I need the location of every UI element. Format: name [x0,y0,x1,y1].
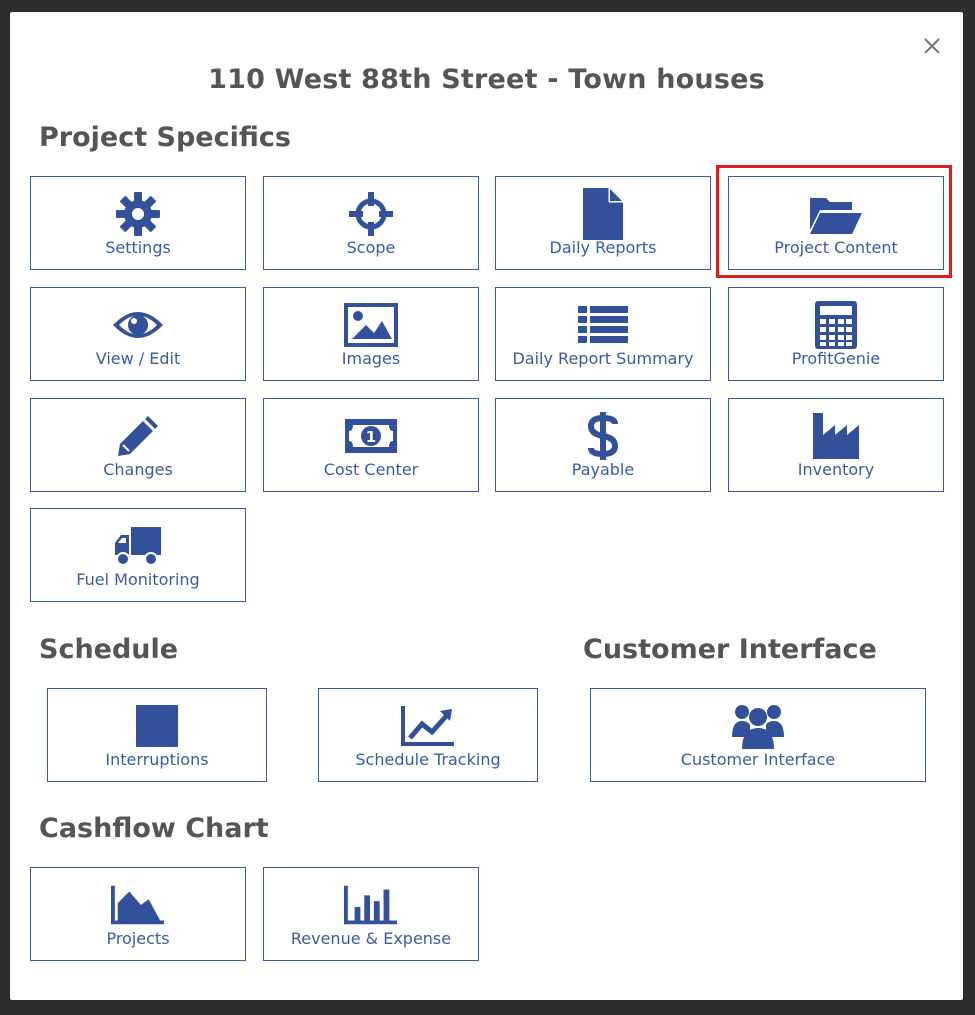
view-edit-tile[interactable]: View / Edit [30,287,246,381]
profitgenie-tile[interactable]: ProfitGenie [728,287,944,381]
square-icon [129,701,185,751]
tile-label: Daily Reports [549,238,657,257]
fuel-monitoring-tile[interactable]: Fuel Monitoring [30,508,246,602]
factory-icon [808,411,864,461]
calculator-icon [808,300,864,350]
tile-label: Project Content [774,238,898,257]
interruptions-tile[interactable]: Interruptions [47,688,267,782]
line-chart-icon [400,701,456,751]
svg-text:1: 1 [366,428,376,446]
tile-label: Projects [106,929,170,948]
daily-report-summary-tile[interactable]: Daily Report Summary [495,287,711,381]
scope-tile[interactable]: Scope [263,176,479,270]
inventory-tile[interactable]: Inventory [728,398,944,492]
daily-reports-tile[interactable]: Daily Reports [495,176,711,270]
tile-label: Payable [571,460,635,479]
tile-label: Daily Report Summary [512,349,694,368]
truck-icon [110,521,166,571]
folder-open-icon [808,189,864,239]
project-dialog: 110 West 88th Street - Town houses Proje… [10,12,963,1000]
tile-label: Changes [103,460,173,479]
eye-icon [110,300,166,350]
revenue-expense-tile[interactable]: Revenue & Expense [263,867,479,961]
list-icon [575,300,631,350]
customer-interface-tile[interactable]: Customer Interface [590,688,926,782]
tile-label: Customer Interface [680,750,836,769]
section-title-customer-interface: Customer Interface [583,634,877,665]
tile-label: Inventory [797,460,875,479]
dialog-title: 110 West 88th Street - Town houses [208,64,765,95]
section-title-cashflow-chart: Cashflow Chart [39,813,269,844]
section-title-project-specifics: Project Specifics [39,122,291,153]
tile-label: Images [341,349,401,368]
tile-label: Interruptions [105,750,209,769]
schedule-tracking-tile[interactable]: Schedule Tracking [318,688,538,782]
money-icon: 1 [343,411,399,461]
cost-center-tile[interactable]: 1 Cost Center [263,398,479,492]
pencil-icon [110,411,166,461]
close-button[interactable] [920,34,944,58]
bar-chart-icon [343,880,399,930]
tile-label: Scope [346,238,396,257]
tile-label: Cost Center [323,460,419,479]
tile-label: Schedule Tracking [355,750,501,769]
changes-tile[interactable]: Changes [30,398,246,492]
tile-label: Revenue & Expense [290,929,452,948]
dollar-icon [575,411,631,461]
tile-label: ProfitGenie [791,349,881,368]
users-icon [730,701,786,751]
images-tile[interactable]: Images [263,287,479,381]
close-icon [924,38,940,54]
area-chart-icon [110,880,166,930]
settings-tile[interactable]: Settings [30,176,246,270]
projects-tile[interactable]: Projects [30,867,246,961]
tile-label: Fuel Monitoring [76,570,200,589]
tile-label: View / Edit [95,349,181,368]
gear-icon [110,189,166,239]
tile-label: Settings [105,238,171,257]
section-title-schedule: Schedule [39,634,179,665]
crosshair-icon [343,189,399,239]
image-icon [343,300,399,350]
payable-tile[interactable]: Payable [495,398,711,492]
project-content-tile[interactable]: Project Content [728,176,944,270]
document-icon [575,188,631,240]
